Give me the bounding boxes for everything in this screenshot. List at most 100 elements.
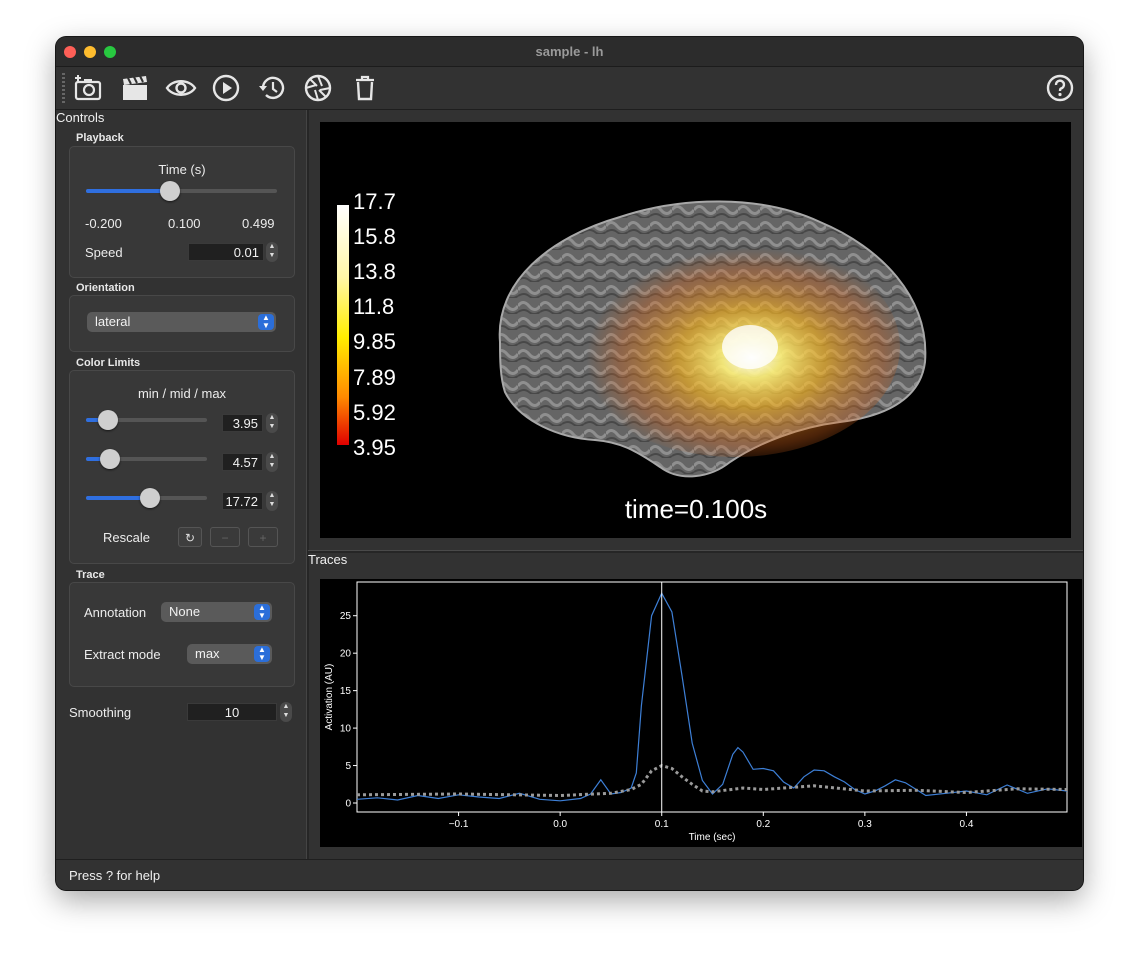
- traces-panel-title: Traces: [308, 552, 348, 567]
- annotation-select[interactable]: None ▲ ▼: [161, 602, 272, 622]
- time-slider-knob[interactable]: [160, 181, 180, 201]
- extract-mode-value: max: [195, 646, 220, 661]
- x-tick-label: 0.4: [959, 819, 973, 830]
- max-input[interactable]: 17.72: [222, 492, 263, 510]
- max-slider-knob[interactable]: [140, 488, 160, 508]
- colorbar-tick-5: 7.89: [353, 365, 396, 390]
- refresh-icon: ↻: [184, 531, 196, 545]
- screenshot-button[interactable]: [72, 73, 104, 103]
- orientation-value: lateral: [95, 314, 131, 329]
- min-slider-knob[interactable]: [98, 410, 118, 430]
- mid-stepper[interactable]: ▲ ▼: [266, 452, 278, 472]
- max-stepper[interactable]: ▲ ▼: [266, 491, 278, 511]
- title-bar: sample - lh: [56, 37, 1083, 67]
- colorbar-tick-6: 5.92: [353, 400, 396, 425]
- activation-peak: [722, 325, 778, 369]
- x-tick-label: 0.2: [756, 819, 770, 830]
- annotation-value: None: [169, 604, 201, 619]
- orientation-group-title: Orientation: [76, 282, 135, 294]
- x-tick-label: 0.3: [858, 819, 872, 830]
- clear-button[interactable]: [349, 73, 381, 103]
- colorbar-tick-2: 13.8: [353, 259, 396, 284]
- toggle-interface-button[interactable]: [165, 73, 197, 103]
- trash-icon: [356, 75, 374, 101]
- rescale-reset-button[interactable]: ↻: [178, 527, 202, 547]
- speed-label: Speed: [85, 245, 123, 260]
- extract-mode-label: Extract mode: [84, 647, 161, 662]
- time-slider-fill: [86, 189, 171, 193]
- x-axis-ticks: −0.1 0.0 0.1 0.2 0.3 0.4: [449, 812, 974, 830]
- reset-camera-button[interactable]: [302, 73, 334, 103]
- y-tick-label: 15: [340, 686, 352, 697]
- mean-trace-line: [356, 763, 1068, 798]
- help-button[interactable]: [1044, 73, 1076, 103]
- camera-plus-icon: [74, 75, 102, 101]
- eye-icon: [165, 80, 197, 96]
- rescale-plus-button[interactable]: +: [248, 527, 278, 547]
- color-limits-group: min / mid / max 3.95 ▲ ▼ 4.57 ▲ ▼ 17.72 ▲ ▼…: [69, 370, 295, 564]
- speed-input[interactable]: 0.01: [188, 243, 264, 261]
- smoothing-stepper[interactable]: ▲ ▼: [280, 702, 292, 722]
- play-button[interactable]: [210, 73, 242, 103]
- plot-frame: [356, 581, 1068, 813]
- rescale-label: Rescale: [103, 530, 150, 545]
- color-limits-label: min / mid / max: [137, 386, 227, 401]
- restore-button[interactable]: [256, 73, 288, 103]
- controls-panel-title: Controls: [56, 110, 105, 125]
- brain-viewer[interactable]: 17.7 15.8 13.8 11.8 9.85 7.89 5.92 3.95 …: [320, 122, 1071, 538]
- time-min-label: -0.200: [85, 216, 122, 231]
- y-axis-ticks: 0 5 10 15 20 25: [340, 611, 357, 810]
- toolbar-grip[interactable]: [62, 73, 65, 103]
- playback-group: Time (s) -0.200 0.100 0.499 Speed 0.01 ▲…: [69, 146, 295, 278]
- x-tick-label: 0.1: [655, 819, 669, 830]
- window-title: sample - lh: [535, 44, 604, 59]
- orientation-select[interactable]: lateral ▲ ▼: [87, 312, 276, 332]
- smoothing-input[interactable]: 10: [187, 703, 277, 721]
- x-tick-label: 0.0: [553, 819, 567, 830]
- trace-group-title: Trace: [76, 569, 105, 581]
- playback-group-title: Playback: [76, 132, 124, 144]
- trace-group: Annotation None ▲ ▼ Extract mode max ▲ ▼: [69, 582, 295, 687]
- x-tick-label: −0.1: [449, 819, 469, 830]
- status-bar: Press ? for help: [56, 859, 1083, 890]
- status-text: Press ? for help: [69, 868, 161, 883]
- colorbar: [337, 205, 349, 445]
- play-circle-icon: [212, 74, 240, 102]
- colorbar-tick-0: 17.7: [353, 189, 396, 214]
- clapperboard-icon: [123, 75, 147, 100]
- speed-stepper[interactable]: ▲ ▼: [266, 242, 278, 262]
- time-label: Time (s): [158, 162, 206, 177]
- time-current-label: 0.100: [168, 216, 201, 231]
- color-limits-group-title: Color Limits: [76, 357, 141, 369]
- time-overlay-text: time=0.100s: [625, 494, 767, 524]
- traces-splitter[interactable]: [308, 550, 1083, 553]
- y-tick-label: 0: [345, 799, 351, 810]
- movie-button[interactable]: [119, 73, 151, 103]
- mid-slider-knob[interactable]: [100, 449, 120, 469]
- colorbar-tick-4: 9.85: [353, 329, 396, 354]
- vertex-trace-line: [356, 591, 1068, 802]
- traces-plot[interactable]: 0 5 10 15 20 25 −0.1 0.0 0.1 0.2 0.3 0.4 Time (sec…: [320, 579, 1082, 847]
- toolbar: [56, 67, 1083, 110]
- plus-icon: +: [259, 531, 267, 545]
- trace-chart: 0 5 10 15 20 25 −0.1 0.0 0.1 0.2 0.3 0.4 Time (sec…: [324, 581, 1068, 843]
- y-axis-label: Activation (AU): [324, 664, 335, 731]
- colorbar-tick-7: 3.95: [353, 435, 396, 460]
- orientation-group: lateral ▲ ▼: [69, 295, 295, 352]
- y-tick-label: 5: [345, 761, 351, 772]
- min-stepper[interactable]: ▲ ▼: [266, 413, 278, 433]
- annotation-label: Annotation: [84, 605, 147, 620]
- aperture-icon: [304, 74, 332, 102]
- extract-mode-select[interactable]: max ▲ ▼: [187, 644, 272, 664]
- minus-icon: −: [221, 531, 229, 545]
- panel-splitter[interactable]: [306, 110, 309, 859]
- min-input[interactable]: 3.95: [222, 414, 263, 432]
- history-icon: [259, 76, 285, 100]
- colorbar-tick-1: 15.8: [353, 224, 396, 249]
- x-axis-label: Time (sec): [689, 832, 736, 843]
- brain-render: 17.7 15.8 13.8 11.8 9.85 7.89 5.92 3.95 …: [337, 189, 927, 524]
- mid-input[interactable]: 4.57: [222, 453, 263, 471]
- rescale-minus-button[interactable]: −: [210, 527, 240, 547]
- smoothing-label: Smoothing: [69, 705, 132, 720]
- colorbar-ticks: 17.7 15.8 13.8 11.8 9.85 7.89 5.92 3.95: [353, 189, 396, 460]
